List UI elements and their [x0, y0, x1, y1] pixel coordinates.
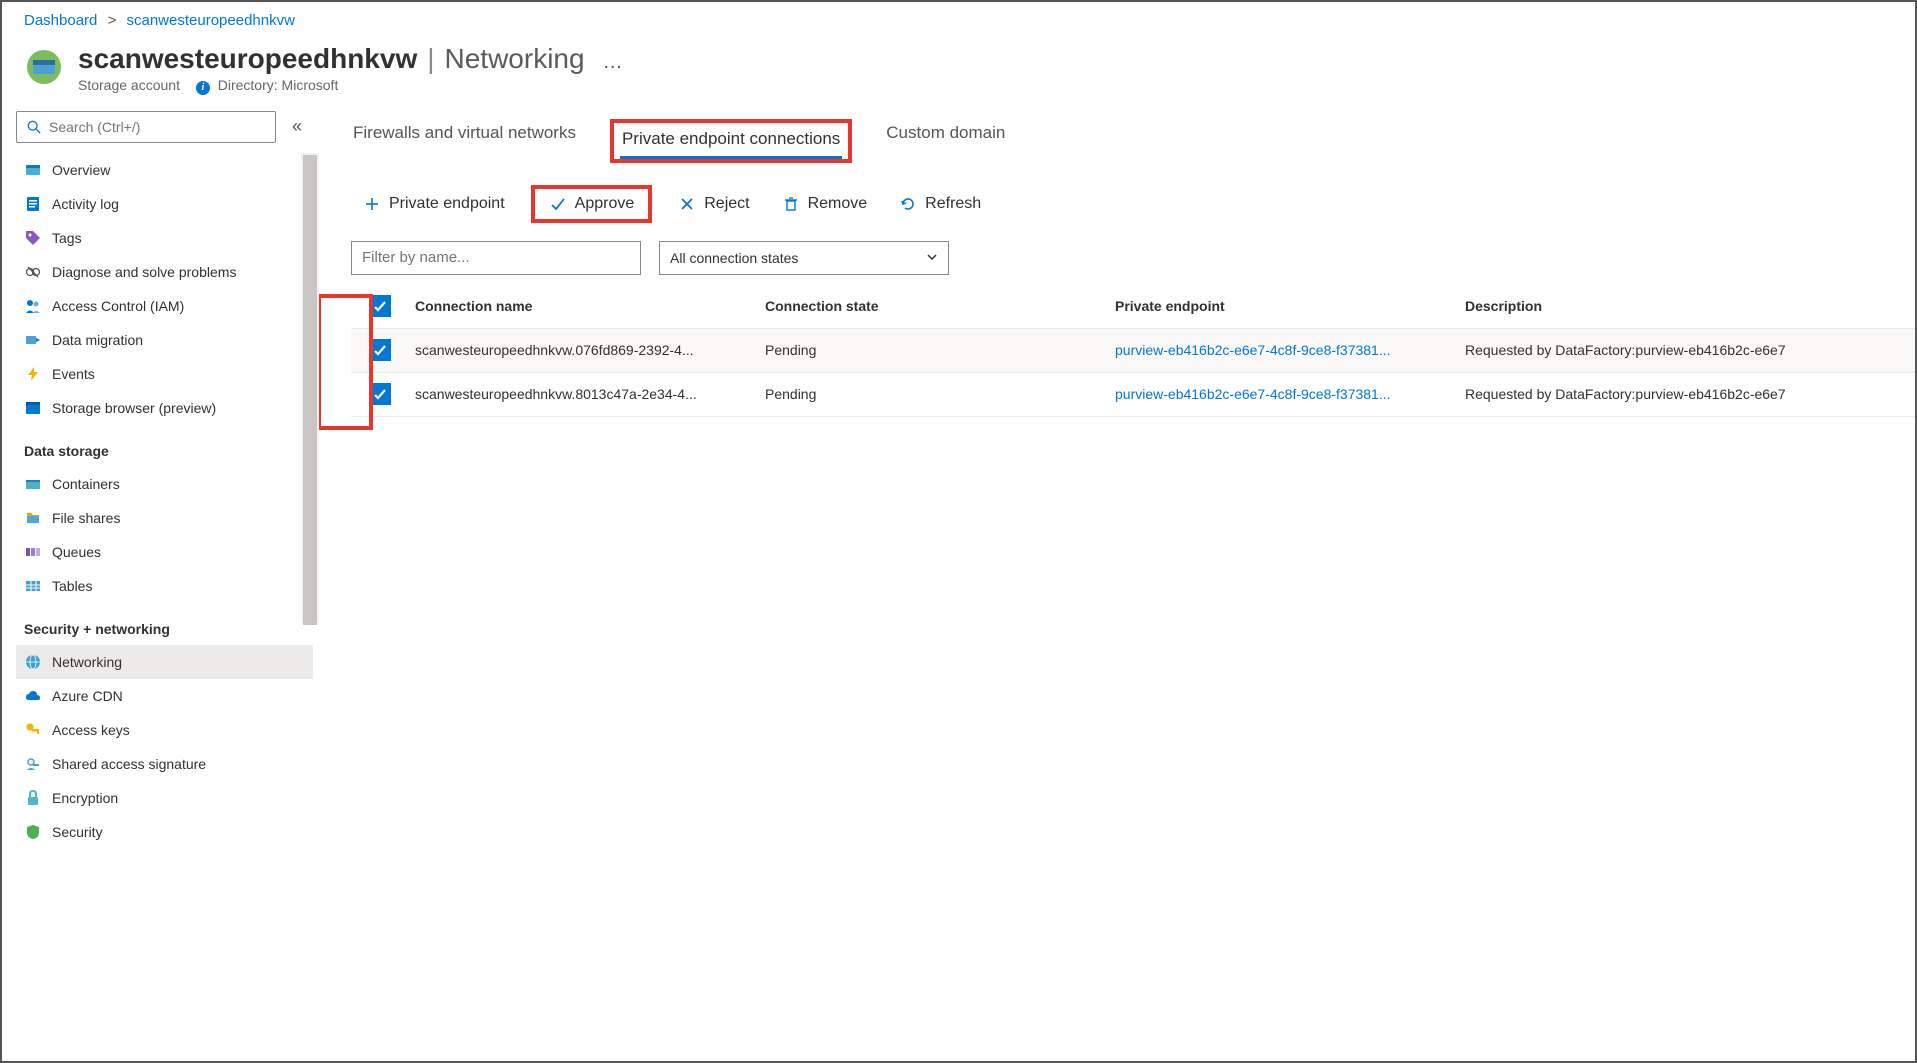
- sidebar-search-input[interactable]: [49, 119, 267, 135]
- tab-firewalls[interactable]: Firewalls and virtual networks: [351, 119, 578, 163]
- sidebar-item-overview[interactable]: Overview: [16, 153, 313, 187]
- chevron-down-icon: [926, 250, 938, 266]
- table-header: Connection name Connection state Private…: [351, 285, 1915, 329]
- tag-icon: [24, 229, 42, 247]
- tab-private-endpoint[interactable]: Private endpoint connections: [620, 125, 842, 157]
- remove-button[interactable]: Remove: [776, 191, 874, 217]
- sidebar-item-access-keys[interactable]: Access keys: [16, 713, 313, 747]
- sidebar-group-data-storage: Data storage: [16, 425, 313, 467]
- connection-state: Pending: [757, 336, 1107, 364]
- add-private-endpoint-button[interactable]: Private endpoint: [357, 191, 511, 217]
- containers-icon: [24, 475, 42, 493]
- reject-button[interactable]: Reject: [672, 191, 755, 217]
- sidebar-item-networking[interactable]: Networking: [16, 645, 313, 679]
- resource-type: Storage account: [78, 77, 180, 93]
- more-menu-icon[interactable]: …: [591, 51, 623, 74]
- connection-state-dropdown[interactable]: All connection states: [659, 241, 949, 275]
- highlight-approve: Approve: [531, 185, 653, 223]
- overview-icon: [24, 161, 42, 179]
- private-endpoint-link[interactable]: purview-eb416b2c-e6e7-4c8f-9ce8-f37381..…: [1107, 380, 1457, 408]
- scrollbar[interactable]: [301, 153, 319, 623]
- sidebar-item-containers[interactable]: Containers: [16, 467, 313, 501]
- sidebar-item-events[interactable]: Events: [16, 357, 313, 391]
- private-endpoint-link[interactable]: purview-eb416b2c-e6e7-4c8f-9ce8-f37381..…: [1107, 336, 1457, 364]
- sidebar-item-tags[interactable]: Tags: [16, 221, 313, 255]
- browser-icon: [24, 399, 42, 417]
- col-private-endpoint[interactable]: Private endpoint: [1107, 292, 1457, 320]
- select-all-checkbox[interactable]: [369, 295, 391, 317]
- connection-name: scanwesteuropeedhnkvw.076fd869-2392-4...: [407, 336, 757, 364]
- storage-account-icon: [24, 47, 64, 87]
- x-icon: [678, 195, 696, 213]
- breadcrumb: Dashboard > scanwesteuropeedhnkvw: [2, 2, 1915, 35]
- highlight-tab: Private endpoint connections: [610, 119, 852, 163]
- tab-custom-domain[interactable]: Custom domain: [884, 119, 1007, 163]
- sidebar-item-diagnose[interactable]: Diagnose and solve problems: [16, 255, 313, 289]
- sidebar-item-iam[interactable]: Access Control (IAM): [16, 289, 313, 323]
- chevron-right-icon: >: [108, 12, 117, 29]
- breadcrumb-current[interactable]: scanwesteuropeedhnkvw: [127, 12, 295, 29]
- tables-icon: [24, 577, 42, 595]
- row-checkbox[interactable]: [369, 383, 391, 405]
- check-icon: [549, 195, 567, 213]
- filter-name-input[interactable]: [351, 241, 641, 275]
- description: Requested by DataFactory:purview-eb416b2…: [1457, 336, 1911, 364]
- diagnose-icon: [24, 263, 42, 281]
- col-description[interactable]: Description: [1457, 292, 1911, 320]
- shield-icon: [24, 823, 42, 841]
- globe-icon: [24, 653, 42, 671]
- trash-icon: [782, 195, 800, 213]
- refresh-icon: [899, 195, 917, 213]
- sas-icon: [24, 755, 42, 773]
- refresh-button[interactable]: Refresh: [893, 191, 987, 217]
- lock-icon: [24, 789, 42, 807]
- plus-icon: [363, 195, 381, 213]
- search-icon: [25, 118, 43, 136]
- blade-name: Networking: [445, 43, 585, 75]
- sidebar-item-storage-browser[interactable]: Storage browser (preview): [16, 391, 313, 425]
- approve-button[interactable]: Approve: [543, 191, 641, 217]
- directory-value: Microsoft: [282, 77, 339, 93]
- sidebar-item-activity-log[interactable]: Activity log: [16, 187, 313, 221]
- key-icon: [24, 721, 42, 739]
- sidebar-item-queues[interactable]: Queues: [16, 535, 313, 569]
- lightning-icon: [24, 365, 42, 383]
- activity-log-icon: [24, 195, 42, 213]
- directory-label: Directory:: [218, 77, 278, 93]
- sidebar-item-sas[interactable]: Shared access signature: [16, 747, 313, 781]
- sidebar-item-encryption[interactable]: Encryption: [16, 781, 313, 815]
- table-row[interactable]: scanwesteuropeedhnkvw.8013c47a-2e34-4...…: [351, 373, 1915, 417]
- connection-state: Pending: [757, 380, 1107, 408]
- sidebar-item-file-shares[interactable]: File shares: [16, 501, 313, 535]
- file-shares-icon: [24, 509, 42, 527]
- sidebar-search[interactable]: [16, 111, 276, 143]
- col-connection-name[interactable]: Connection name: [407, 292, 757, 320]
- queues-icon: [24, 543, 42, 561]
- people-icon: [24, 297, 42, 315]
- description: Requested by DataFactory:purview-eb416b2…: [1457, 380, 1911, 408]
- sidebar-item-tables[interactable]: Tables: [16, 569, 313, 603]
- cloud-icon: [24, 687, 42, 705]
- collapse-sidebar-icon[interactable]: «: [284, 112, 310, 141]
- sidebar-group-security: Security + networking: [16, 603, 313, 645]
- migration-icon: [24, 331, 42, 349]
- page-title: scanwesteuropeedhnkvw: [78, 43, 417, 75]
- sidebar-item-azure-cdn[interactable]: Azure CDN: [16, 679, 313, 713]
- table-row[interactable]: scanwesteuropeedhnkvw.076fd869-2392-4...…: [351, 329, 1915, 373]
- sidebar-item-security[interactable]: Security: [16, 815, 313, 849]
- col-connection-state[interactable]: Connection state: [757, 292, 1107, 320]
- info-icon[interactable]: i: [196, 81, 210, 95]
- breadcrumb-root[interactable]: Dashboard: [24, 12, 97, 29]
- row-checkbox[interactable]: [369, 339, 391, 361]
- sidebar-item-data-migration[interactable]: Data migration: [16, 323, 313, 357]
- connection-name: scanwesteuropeedhnkvw.8013c47a-2e34-4...: [407, 380, 757, 408]
